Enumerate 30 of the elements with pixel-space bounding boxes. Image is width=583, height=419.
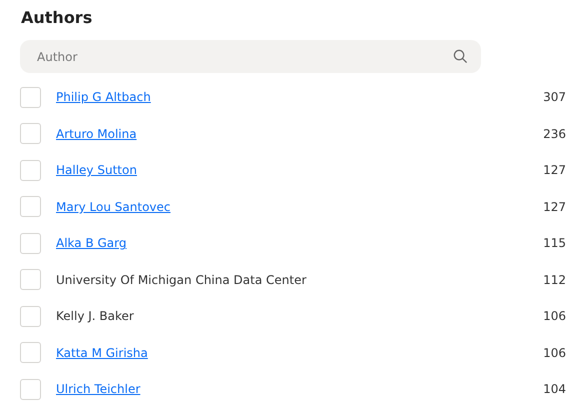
search-icon[interactable] bbox=[453, 49, 468, 64]
result-count: 127 bbox=[543, 162, 566, 180]
result-count: 104 bbox=[543, 381, 566, 398]
author-link[interactable]: Halley Sutton bbox=[56, 161, 137, 180]
checkbox[interactable] bbox=[20, 378, 41, 400]
result-count: 307 bbox=[543, 89, 566, 106]
author-name: Kelly J. Baker bbox=[56, 308, 134, 326]
checkbox[interactable] bbox=[20, 196, 41, 218]
checkbox[interactable] bbox=[20, 306, 41, 327]
search-field[interactable]: Author bbox=[20, 40, 481, 74]
author-link[interactable]: Ulrich Teichler bbox=[56, 380, 140, 398]
checkbox[interactable] bbox=[20, 86, 41, 108]
author-link[interactable]: Katta M Girisha bbox=[56, 344, 148, 362]
checkbox[interactable] bbox=[20, 269, 41, 290]
author-link[interactable]: Mary Lou Santovec bbox=[56, 198, 170, 216]
result-count: 106 bbox=[543, 344, 566, 362]
author-link[interactable]: Alka B Garg bbox=[56, 234, 126, 252]
checkbox[interactable] bbox=[20, 123, 41, 144]
author-link[interactable]: Arturo Molina bbox=[56, 124, 137, 143]
result-count: 115 bbox=[543, 235, 566, 252]
result-count: 236 bbox=[543, 126, 566, 143]
author-name: University Of Michigan China Data Center bbox=[56, 272, 306, 289]
checkbox[interactable] bbox=[20, 160, 41, 181]
author-link[interactable]: Philip G Altbach bbox=[56, 88, 151, 106]
section-title: Authors bbox=[21, 8, 94, 28]
result-count: 112 bbox=[543, 272, 566, 289]
checkbox[interactable] bbox=[20, 342, 41, 364]
result-count: 106 bbox=[543, 308, 566, 326]
result-count: 127 bbox=[543, 198, 566, 216]
checkbox[interactable] bbox=[20, 232, 41, 254]
